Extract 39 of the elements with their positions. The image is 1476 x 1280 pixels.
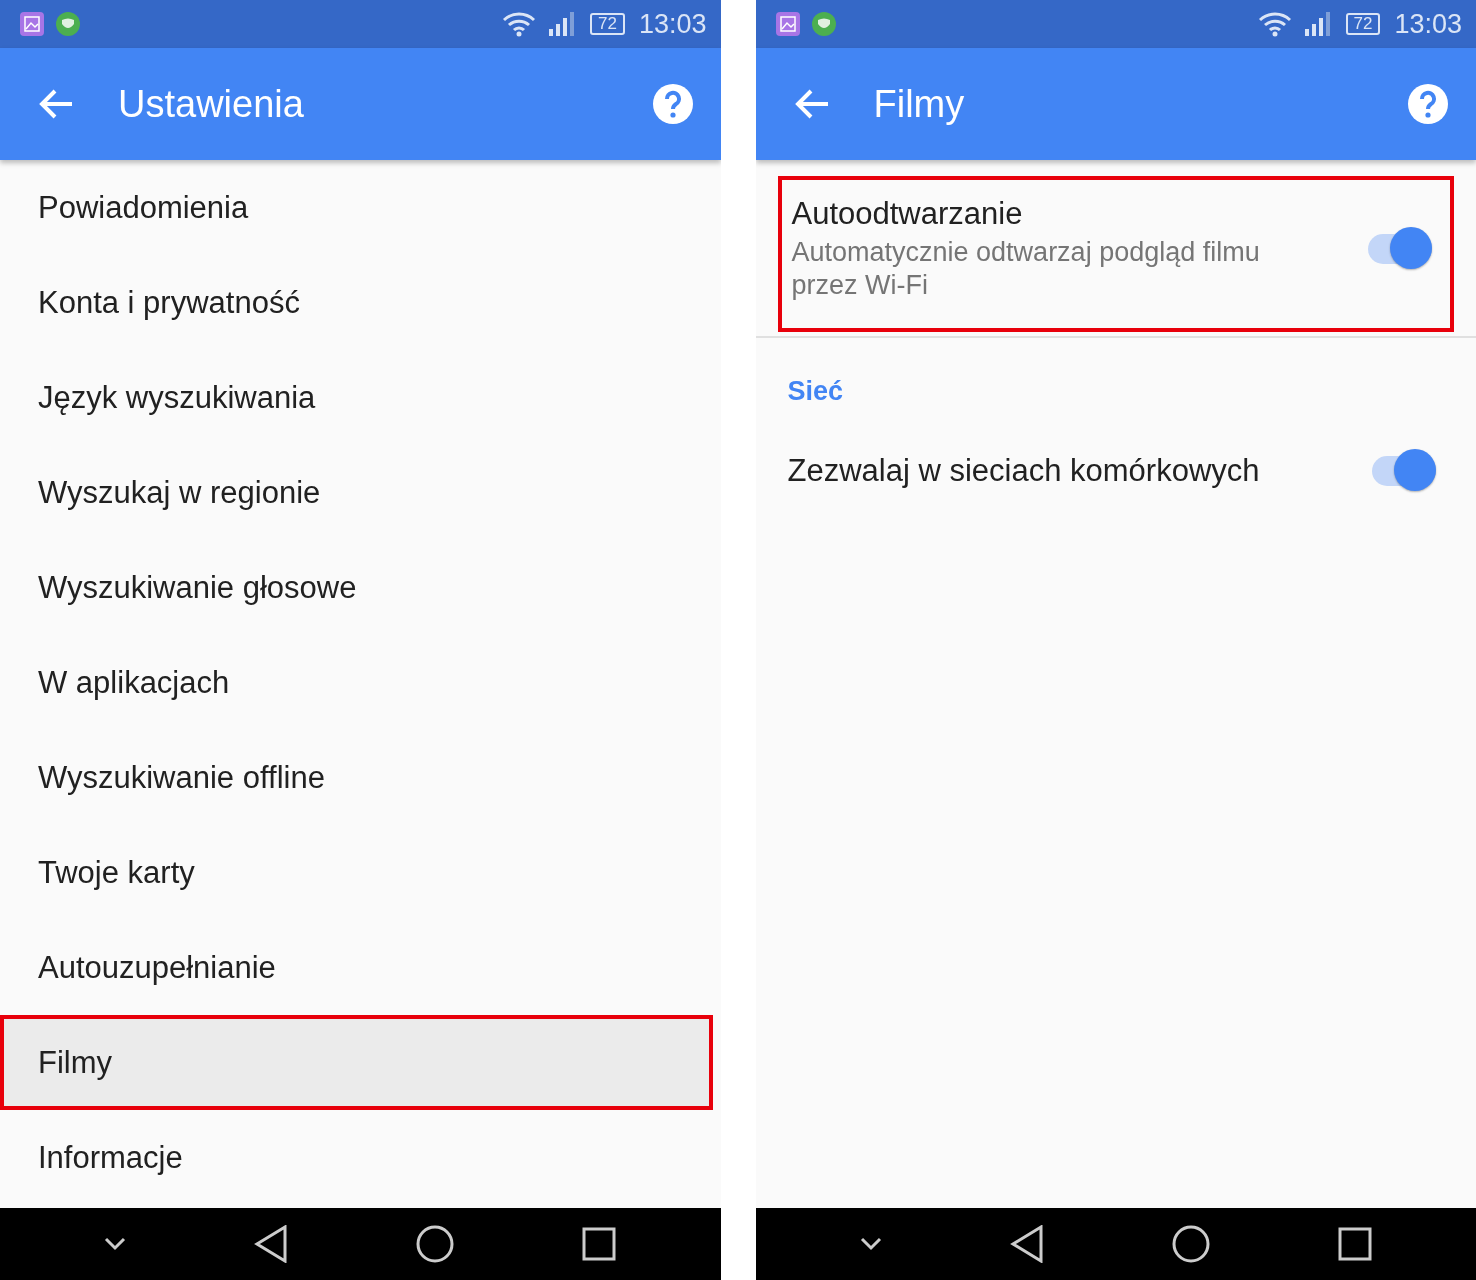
help-icon[interactable] xyxy=(1408,84,1448,124)
gallery-icon xyxy=(775,12,800,36)
settings-item[interactable]: W aplikacjach xyxy=(0,635,721,730)
back-icon[interactable] xyxy=(1009,1225,1044,1263)
settings-item[interactable]: Wyszukiwanie offline xyxy=(0,730,721,825)
home-icon[interactable] xyxy=(416,1225,455,1263)
settings-item[interactable]: Wyszukaj w regionie xyxy=(0,445,721,540)
clock: 13:03 xyxy=(1394,8,1462,40)
screen-title: Filmy xyxy=(873,82,966,126)
settings-item[interactable]: Informacje xyxy=(0,1110,721,1205)
shield-icon xyxy=(811,12,836,36)
chevron-down-icon[interactable] xyxy=(859,1237,882,1251)
back-arrow-icon[interactable] xyxy=(793,88,830,120)
section-header: Sieć xyxy=(787,376,844,406)
screen-title: Ustawienia xyxy=(118,82,305,126)
gallery-icon xyxy=(20,12,44,36)
wifi-icon xyxy=(1257,11,1292,37)
preference-title: Autoodtwarzanie xyxy=(791,196,1024,232)
recents-icon[interactable] xyxy=(582,1227,617,1261)
back-icon[interactable] xyxy=(254,1225,289,1263)
battery-indicator: 72 xyxy=(1345,13,1381,35)
battery-indicator: 72 xyxy=(590,13,625,35)
settings-item[interactable]: Twoje karty xyxy=(0,825,721,920)
settings-item[interactable]: Wyszukiwanie głosowe xyxy=(0,540,721,635)
shield-icon xyxy=(56,12,80,36)
wifi-icon xyxy=(502,11,536,37)
help-icon[interactable] xyxy=(652,84,693,124)
settings-item[interactable]: Powiadomienia xyxy=(0,160,721,255)
recents-icon[interactable] xyxy=(1337,1227,1372,1261)
home-icon[interactable] xyxy=(1171,1225,1210,1263)
settings-item[interactable]: Filmy xyxy=(0,1015,713,1110)
chevron-down-icon[interactable] xyxy=(104,1237,127,1251)
settings-item[interactable]: Konta i prywatność xyxy=(0,255,721,350)
settings-item[interactable]: Język wyszukiwania xyxy=(0,350,721,445)
clock: 13:03 xyxy=(638,8,707,40)
preference-summary: Automatycznie odtwarzaj podgląd filmu przez Wi-Fi xyxy=(791,236,1261,302)
back-arrow-icon[interactable] xyxy=(38,88,74,120)
settings-item[interactable]: Autouzupełnianie xyxy=(0,920,721,1015)
preference-title: Zezwalaj w sieciach komórkowych xyxy=(787,453,1261,489)
